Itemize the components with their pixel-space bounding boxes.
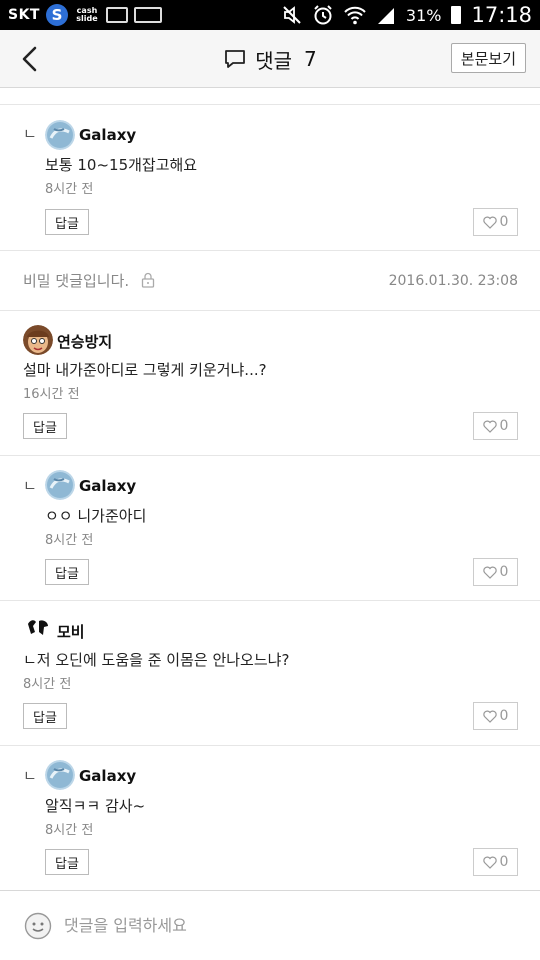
carrier-label: SKT: [8, 7, 40, 23]
reply-button[interactable]: 답글: [45, 559, 89, 585]
secret-comment: 비밀 댓글입니다. 2016.01.30. 23:08: [0, 250, 540, 310]
like-count: 0: [499, 418, 509, 434]
like-button[interactable]: 0: [473, 208, 518, 236]
reply-button[interactable]: 답글: [45, 209, 89, 235]
comment-item: ㄴ Galaxy ㅇㅇ 니가준아디 8시간 전 답글 0: [0, 455, 540, 600]
comment-text: 알직ㅋㅋ 감사~: [45, 797, 146, 815]
comment-author[interactable]: 모비: [57, 621, 85, 642]
view-post-button[interactable]: 본문보기: [450, 43, 526, 73]
reply-button[interactable]: 답글: [23, 703, 67, 729]
comment-author[interactable]: Galaxy: [79, 477, 136, 495]
like-count: 0: [499, 708, 509, 724]
app-s-icon: S: [45, 4, 68, 26]
mute-icon: [283, 6, 301, 24]
chevron-left-icon: [22, 46, 37, 72]
comment-count: 7: [304, 47, 317, 71]
comment-text: 설마 내가준아디로 그렇게 키운거냐...?: [23, 361, 267, 379]
comment-text: ㅇㅇ 니가준아디: [45, 507, 147, 525]
like-button[interactable]: 0: [473, 558, 518, 586]
avatar: [23, 325, 53, 355]
heart-icon: [482, 420, 497, 433]
comment-time: 8시간 전: [45, 823, 94, 838]
cash-slide-icon: cash slide: [76, 6, 98, 23]
wifi-icon: [344, 6, 366, 25]
clock: 17:18: [471, 3, 532, 27]
comment-item: ㄴ Galaxy 보통 10~15개잡고해요 8시간 전 답글 0: [0, 104, 540, 250]
avatar: [23, 615, 53, 645]
like-button[interactable]: 0: [473, 412, 518, 440]
back-button[interactable]: [14, 42, 48, 76]
comment-time: 8시간 전: [45, 533, 94, 548]
comment-input[interactable]: [64, 909, 514, 941]
gallery-icon: [105, 7, 128, 23]
reply-indent-icon: ㄴ: [23, 767, 37, 785]
comment-text: 보통 10~15개잡고해요: [45, 156, 198, 174]
screen-icon: [133, 7, 162, 23]
heart-icon: [482, 216, 497, 229]
like-count: 0: [499, 214, 509, 230]
comment-item: 연승방지 설마 내가준아디로 그렇게 키운거냐...? 16시간 전 답글 0: [0, 310, 540, 455]
comment-text: ㄴ저 오딘에 도움을 준 이몸은 안나오느냐?: [23, 651, 290, 669]
like-count: 0: [499, 564, 509, 580]
lock-icon: [141, 272, 155, 288]
like-count: 0: [499, 854, 509, 870]
status-bar: SKT S cash slide 31% 17:18: [0, 0, 540, 30]
speech-bubble-icon: [225, 50, 246, 68]
reply-indent-icon: ㄴ: [23, 477, 37, 495]
comment-time: 8시간 전: [23, 677, 72, 692]
comment-author[interactable]: 연승방지: [57, 331, 112, 352]
avatar: [45, 760, 75, 790]
like-button[interactable]: 0: [473, 702, 518, 730]
battery-icon: [451, 6, 462, 24]
comment-author[interactable]: Galaxy: [79, 767, 136, 785]
battery-percent: 31%: [405, 5, 442, 25]
heart-icon: [482, 566, 497, 579]
comment-input-bar: [0, 890, 540, 960]
secret-comment-text: 비밀 댓글입니다.: [23, 272, 130, 290]
like-button[interactable]: 0: [473, 848, 518, 876]
comment-item: ㄴ Galaxy 알직ㅋㅋ 감사~ 8시간 전 답글 0: [0, 745, 540, 890]
heart-icon: [482, 856, 497, 869]
comment-item: 모비 ㄴ저 오딘에 도움을 준 이몸은 안나오느냐? 8시간 전 답글 0: [0, 600, 540, 745]
secret-comment-date: 2016.01.30. 23:08: [388, 273, 518, 289]
comment-list: ㄴ Galaxy 보통 10~15개잡고해요 8시간 전 답글 0 비밀 댓글입…: [0, 88, 540, 890]
comment-time: 16시간 전: [23, 387, 80, 402]
alarm-icon: [314, 5, 332, 25]
reply-button[interactable]: 답글: [45, 849, 89, 875]
header-bar: 댓글 7 본문보기: [0, 30, 540, 88]
page-title: 댓글: [255, 48, 293, 73]
comment-author[interactable]: Galaxy: [79, 126, 136, 144]
avatar: [45, 470, 75, 500]
reply-button[interactable]: 답글: [23, 413, 67, 439]
comment-time: 8시간 전: [45, 182, 94, 197]
signal-icon: [377, 8, 394, 24]
reply-indent-icon: ㄴ: [23, 125, 37, 143]
heart-icon: [482, 710, 497, 723]
smiley-icon[interactable]: [24, 912, 52, 940]
avatar: [45, 120, 75, 150]
